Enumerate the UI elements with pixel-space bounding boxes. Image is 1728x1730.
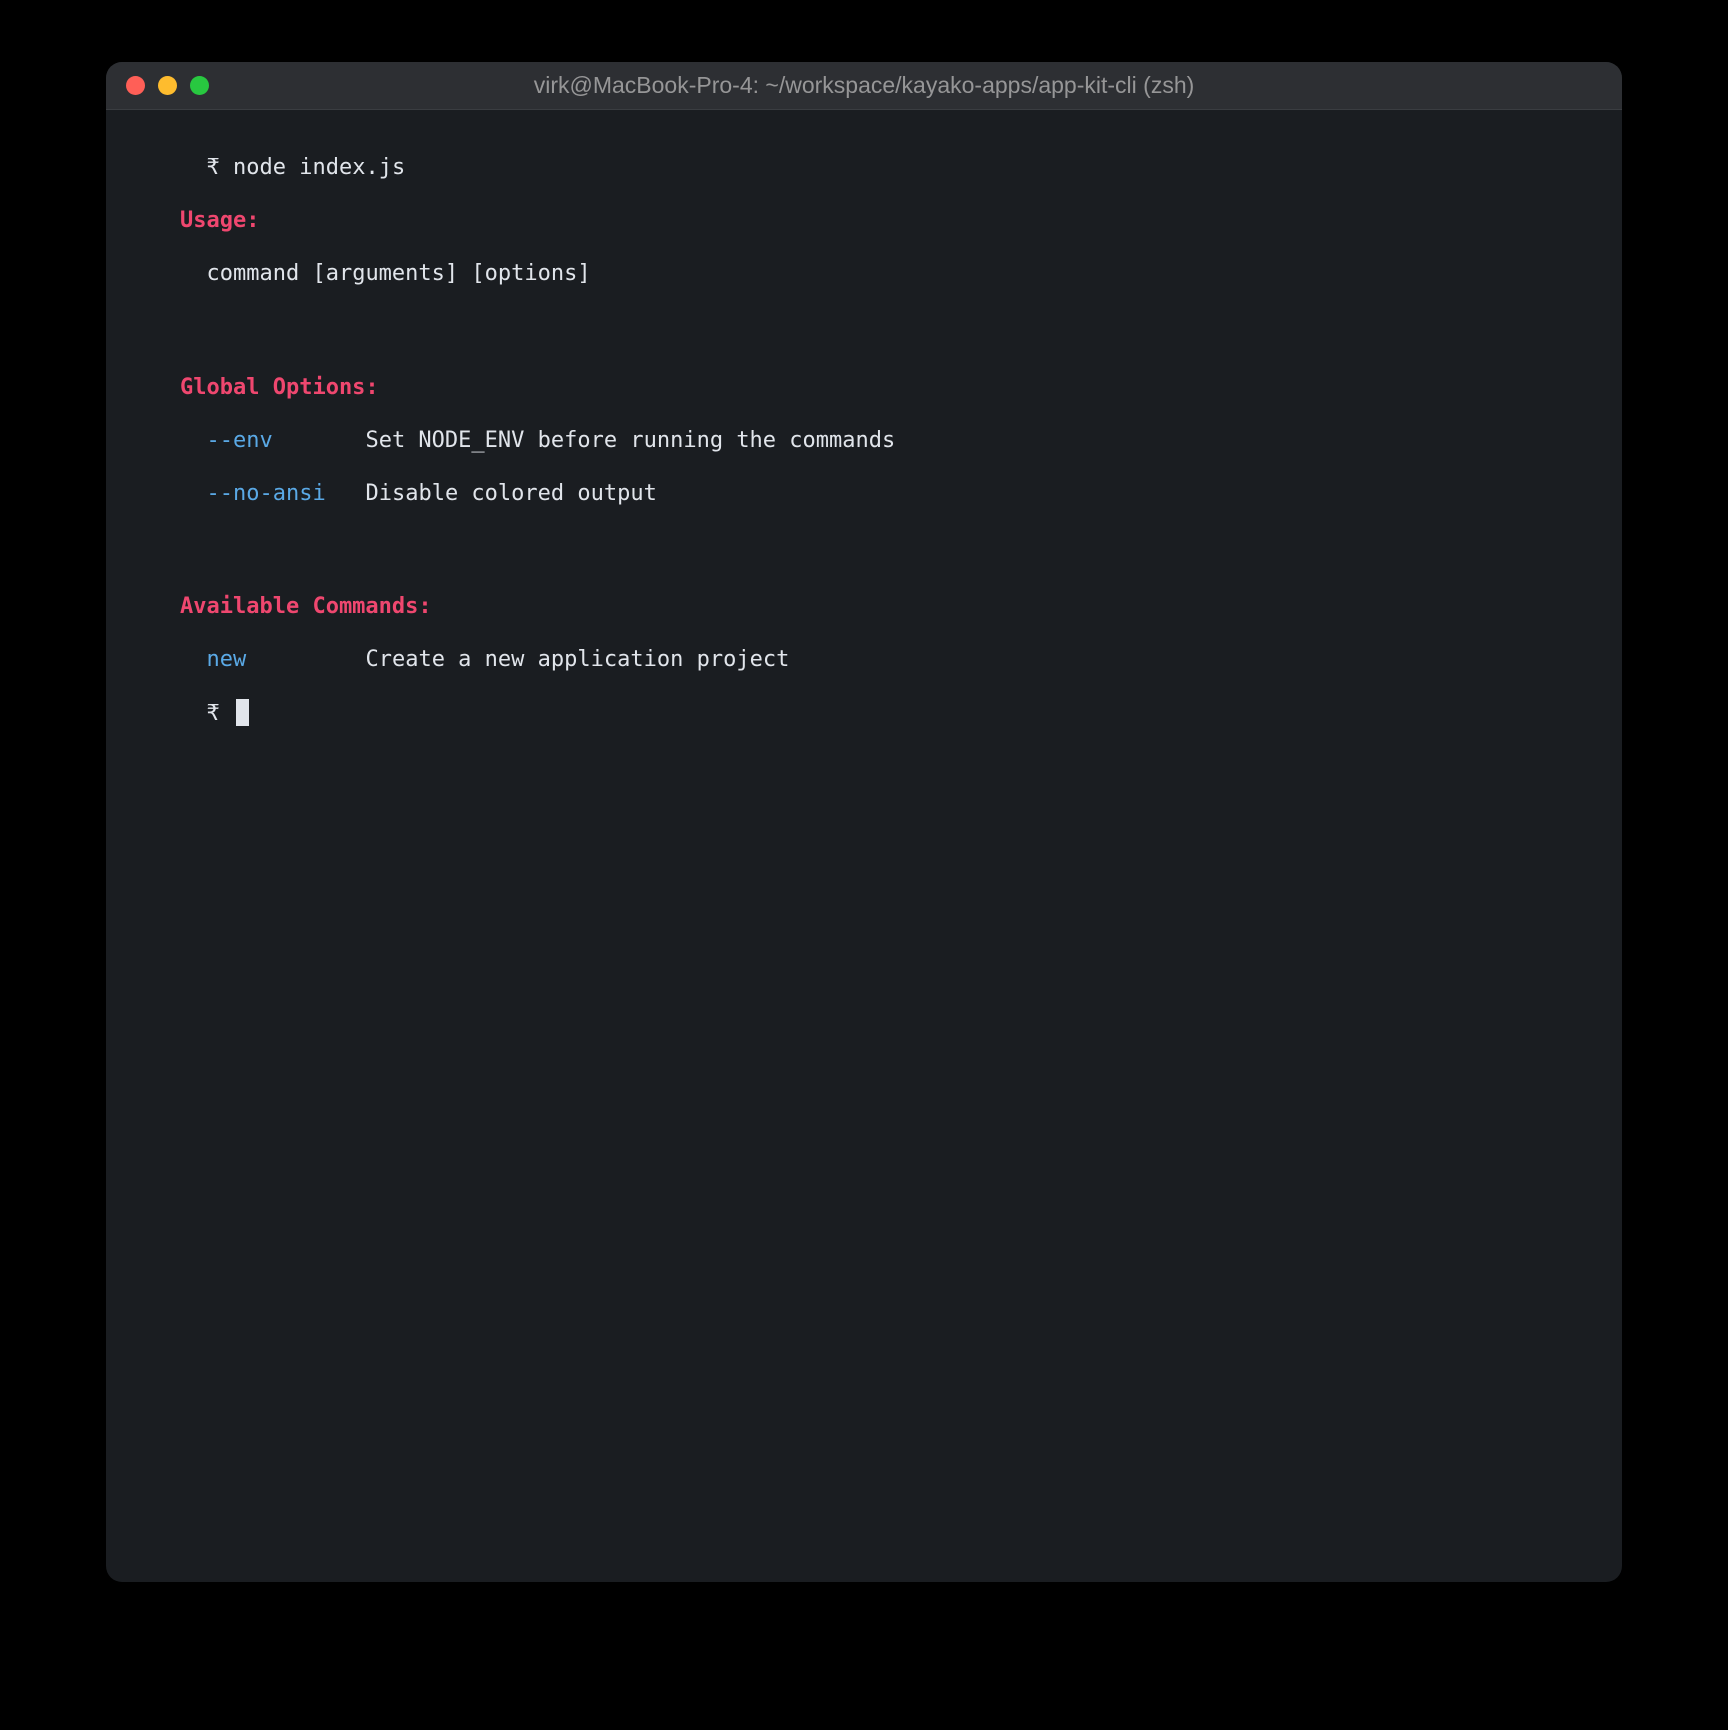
prompt-symbol: ₹ [207,701,220,726]
command-desc: Create a new application project [365,647,789,672]
option-desc: Set NODE_ENV before running the commands [365,428,895,453]
window-title: virk@MacBook-Pro-4: ~/workspace/kayako-a… [106,72,1622,99]
usage-body-line: command [arguments] [options] [180,256,1548,291]
close-icon[interactable] [126,76,145,95]
command-row: new Create a new application project [180,642,1548,677]
available-commands-header-line: Available Commands: [180,589,1548,624]
prompt-idle-line: ₹ [180,696,1548,731]
option-flag-noansi: --no-ansi [207,481,326,506]
available-commands-header: Available Commands: [180,594,432,619]
option-desc: Disable colored output [365,481,656,506]
usage-header-line: Usage: [180,203,1548,238]
minimize-icon[interactable] [158,76,177,95]
terminal-window: virk@MacBook-Pro-4: ~/workspace/kayako-a… [106,62,1622,1582]
titlebar[interactable]: virk@MacBook-Pro-4: ~/workspace/kayako-a… [106,62,1622,110]
command-name-new: new [207,647,247,672]
prompt-symbol: ₹ [207,155,220,180]
cursor-icon [236,699,249,726]
spacer [180,529,1548,589]
option-row: --no-ansi Disable colored output [180,476,1548,511]
spacer [180,310,1548,370]
terminal-body[interactable]: ₹ node index.js Usage: command [argument… [106,110,1622,789]
prompt-line: ₹ node index.js [180,150,1548,185]
option-flag-env: --env [207,428,273,453]
maximize-icon[interactable] [190,76,209,95]
usage-header: Usage: [180,208,259,233]
global-options-header: Global Options: [180,375,379,400]
usage-body: command [arguments] [options] [207,261,591,286]
option-row: --env Set NODE_ENV before running the co… [180,423,1548,458]
traffic-lights [126,76,209,95]
global-options-header-line: Global Options: [180,370,1548,405]
executed-command: node index.js [233,155,405,180]
